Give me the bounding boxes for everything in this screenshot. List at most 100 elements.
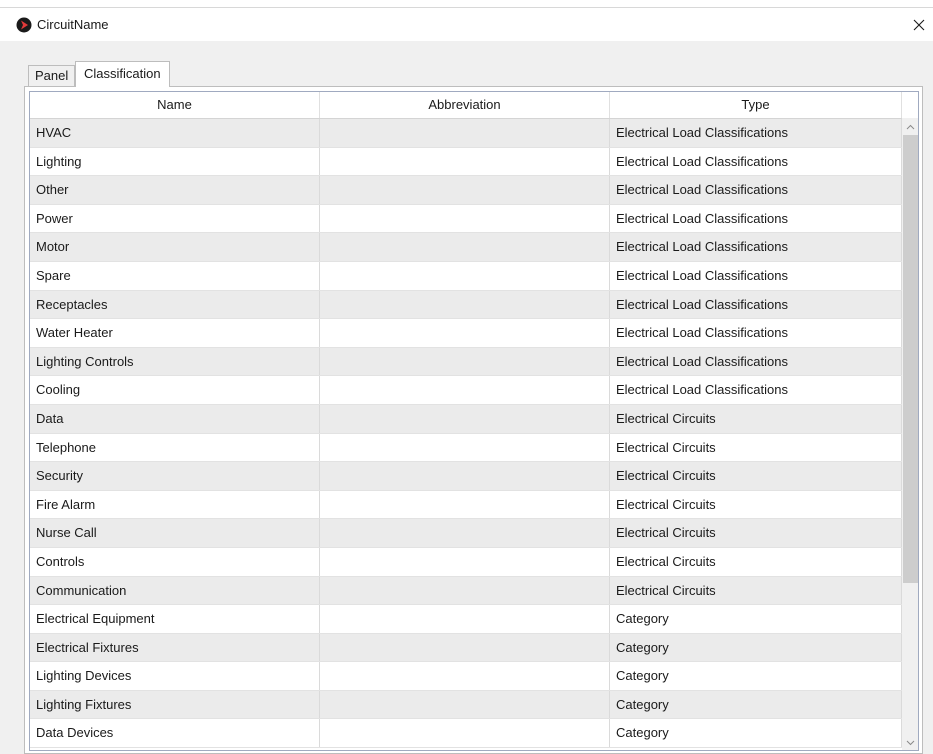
cell-type[interactable]: Category [610, 605, 902, 633]
cell-name[interactable]: Data [30, 404, 320, 433]
table-row[interactable]: Lighting Electrical Load Classifications [30, 147, 902, 177]
cell-type[interactable]: Electrical Load Classifications [610, 119, 902, 147]
cell-abbreviation[interactable] [320, 261, 610, 290]
table-row[interactable]: Fire Alarm Electrical Circuits [30, 490, 902, 520]
cell-abbreviation[interactable] [320, 119, 610, 147]
cell-abbreviation[interactable] [320, 404, 610, 433]
cell-name[interactable]: HVAC [30, 119, 320, 147]
cell-name[interactable]: Lighting Devices [30, 662, 320, 690]
cell-abbreviation[interactable] [320, 147, 610, 176]
cell-name[interactable]: Lighting Controls [30, 347, 320, 376]
tab-panel[interactable]: Panel [28, 65, 76, 86]
cell-type[interactable]: Electrical Load Classifications [610, 176, 902, 204]
cell-abbreviation[interactable] [320, 462, 610, 490]
cell-name[interactable]: Power [30, 204, 320, 233]
scroll-down-button[interactable] [902, 734, 918, 750]
cell-abbreviation[interactable] [320, 633, 610, 662]
table-row[interactable]: Security Electrical Circuits [30, 462, 902, 491]
cell-type[interactable]: Electrical Circuits [610, 433, 902, 462]
table-row[interactable]: Nurse Call Electrical Circuits [30, 519, 902, 548]
table-row[interactable]: Controls Electrical Circuits [30, 547, 902, 577]
cell-type[interactable]: Category [610, 633, 902, 662]
cell-type[interactable]: Electrical Load Classifications [610, 290, 902, 319]
table-row[interactable]: Communication Electrical Circuits [30, 576, 902, 606]
app-logo-icon [16, 17, 32, 33]
cell-type[interactable]: Category [610, 690, 902, 719]
cell-abbreviation[interactable] [320, 605, 610, 633]
cell-name[interactable]: Nurse Call [30, 519, 320, 547]
column-header-abbreviation[interactable]: Abbreviation [320, 92, 610, 118]
cell-type[interactable]: Electrical Circuits [610, 462, 902, 490]
cell-abbreviation[interactable] [320, 204, 610, 233]
cell-abbreviation[interactable] [320, 319, 610, 347]
table-row[interactable]: Other Electrical Load Classifications [30, 176, 902, 205]
cell-type[interactable]: Electrical Load Classifications [610, 233, 902, 261]
cell-name[interactable]: Controls [30, 547, 320, 576]
cell-name[interactable]: Telephone [30, 433, 320, 462]
cell-abbreviation[interactable] [320, 662, 610, 690]
cell-abbreviation[interactable] [320, 690, 610, 719]
table-row[interactable]: Telephone Electrical Circuits [30, 433, 902, 463]
table-row[interactable]: Data Electrical Circuits [30, 404, 902, 434]
cell-name[interactable]: Receptacles [30, 290, 320, 319]
cell-name[interactable]: Water Heater [30, 319, 320, 347]
cell-abbreviation[interactable] [320, 490, 610, 519]
cell-name[interactable]: Motor [30, 233, 320, 261]
cell-type[interactable]: Electrical Load Classifications [610, 147, 902, 176]
cell-name[interactable]: Electrical Equipment [30, 605, 320, 633]
cell-name[interactable]: Spare [30, 261, 320, 290]
cell-name[interactable]: Electrical Fixtures [30, 633, 320, 662]
cell-type[interactable]: Electrical Load Classifications [610, 319, 902, 347]
cell-type[interactable]: Electrical Load Classifications [610, 204, 902, 233]
cell-abbreviation[interactable] [320, 519, 610, 547]
cell-type[interactable]: Electrical Circuits [610, 576, 902, 605]
close-button[interactable] [909, 14, 929, 36]
scroll-up-button[interactable] [902, 118, 918, 135]
table-row[interactable]: Electrical Equipment Category [30, 605, 902, 634]
cell-name[interactable]: Lighting Fixtures [30, 690, 320, 719]
cell-name[interactable]: Other [30, 176, 320, 204]
column-header-name[interactable]: Name [30, 92, 320, 118]
cell-name[interactable]: Lighting [30, 147, 320, 176]
cell-abbreviation[interactable] [320, 576, 610, 605]
tab-classification[interactable]: Classification [75, 61, 170, 87]
cell-abbreviation[interactable] [320, 376, 610, 404]
table-row[interactable]: Motor Electrical Load Classifications [30, 233, 902, 262]
scroll-thumb[interactable] [903, 135, 918, 583]
close-icon [913, 19, 925, 31]
cell-type[interactable]: Electrical Load Classifications [610, 347, 902, 376]
column-header-type[interactable]: Type [610, 92, 902, 118]
cell-abbreviation[interactable] [320, 290, 610, 319]
cell-abbreviation[interactable] [320, 233, 610, 261]
table-row[interactable]: Lighting Controls Electrical Load Classif… [30, 347, 902, 377]
cell-name[interactable]: Communication [30, 576, 320, 605]
cell-type[interactable]: Electrical Load Classifications [610, 261, 902, 290]
cell-type[interactable]: Electrical Circuits [610, 547, 902, 576]
cell-type[interactable]: Category [610, 662, 902, 690]
table-row[interactable]: Spare Electrical Load Classifications [30, 261, 902, 291]
cell-abbreviation[interactable] [320, 719, 610, 748]
table-row[interactable]: Data Devices Category [30, 719, 902, 749]
cell-abbreviation[interactable] [320, 176, 610, 204]
table-row[interactable]: Receptacles Electrical Load Classificatio… [30, 290, 902, 320]
cell-name[interactable]: Cooling [30, 376, 320, 404]
table-row[interactable]: Electrical Fixtures Category [30, 633, 902, 663]
cell-name[interactable]: Fire Alarm [30, 490, 320, 519]
cell-type[interactable]: Category [610, 719, 902, 748]
cell-type[interactable]: Electrical Load Classifications [610, 376, 902, 404]
table-row[interactable]: Lighting Devices Category [30, 662, 902, 691]
cell-abbreviation[interactable] [320, 547, 610, 576]
vertical-scrollbar[interactable] [902, 118, 918, 750]
cell-name[interactable]: Data Devices [30, 719, 320, 748]
cell-type[interactable]: Electrical Circuits [610, 490, 902, 519]
cell-type[interactable]: Electrical Circuits [610, 404, 902, 433]
table-row[interactable]: Cooling Electrical Load Classifications [30, 376, 902, 405]
cell-name[interactable]: Security [30, 462, 320, 490]
cell-abbreviation[interactable] [320, 433, 610, 462]
cell-type[interactable]: Electrical Circuits [610, 519, 902, 547]
cell-abbreviation[interactable] [320, 347, 610, 376]
table-row[interactable]: Water Heater Electrical Load Classificati… [30, 319, 902, 348]
table-row[interactable]: HVAC Electrical Load Classifications [30, 119, 902, 148]
table-row[interactable]: Power Electrical Load Classifications [30, 204, 902, 234]
table-row[interactable]: Lighting Fixtures Category [30, 690, 902, 720]
